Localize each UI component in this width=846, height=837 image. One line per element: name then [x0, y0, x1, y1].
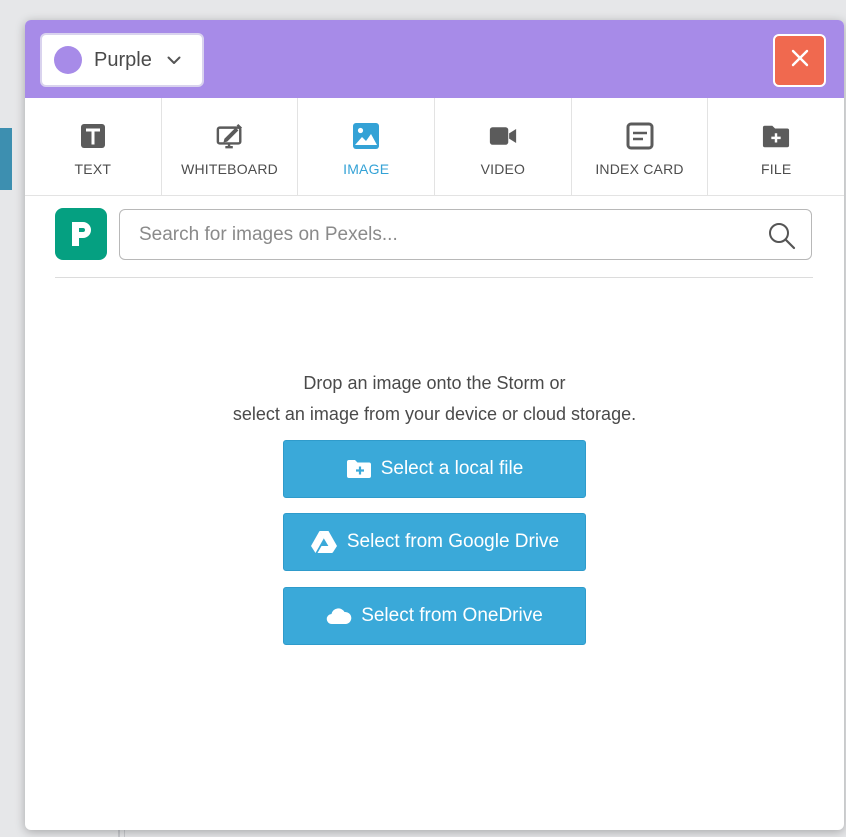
tab-index-card[interactable]: INDEX CARD — [572, 98, 709, 195]
folder-add-icon — [346, 459, 372, 479]
tab-file[interactable]: FILE — [708, 98, 844, 195]
select-google-drive-button[interactable]: Select from Google Drive — [283, 513, 586, 571]
chevron-down-icon — [166, 52, 182, 68]
close-button[interactable] — [773, 34, 826, 87]
color-select[interactable]: Purple — [40, 33, 204, 87]
tab-video-label: VIDEO — [480, 161, 526, 177]
tab-image[interactable]: IMAGE — [298, 98, 436, 195]
select-onedrive-label: Select from OneDrive — [361, 605, 543, 626]
item-type-tabs: TEXT WHITEBOARD IMAGE VIDEO INDEX CARD F… — [25, 98, 844, 196]
color-swatch — [54, 46, 82, 74]
tab-image-label: IMAGE — [343, 161, 390, 177]
close-icon — [790, 48, 810, 73]
pexels-logo — [55, 208, 107, 260]
tab-video[interactable]: VIDEO — [435, 98, 572, 195]
color-select-label: Purple — [94, 48, 152, 71]
tab-whiteboard-label: WHITEBOARD — [181, 161, 278, 177]
add-item-dialog: Purple TEXT WHITEBOARD IMAGE VIDEO INDEX… — [25, 20, 844, 830]
dialog-header: Purple — [25, 20, 844, 98]
text-icon — [79, 122, 107, 150]
pexels-search-row — [55, 208, 813, 278]
tab-index-card-label: INDEX CARD — [595, 161, 684, 177]
search-box — [119, 209, 812, 260]
search-input[interactable] — [120, 210, 740, 259]
tab-text-label: TEXT — [74, 161, 112, 177]
select-google-drive-label: Select from Google Drive — [346, 531, 560, 552]
select-onedrive-button[interactable]: Select from OneDrive — [283, 587, 586, 645]
tab-text[interactable]: TEXT — [25, 98, 162, 195]
drop-zone-line-2: select an image from your device or clou… — [232, 404, 637, 424]
drop-zone-line-1: Drop an image onto the Storm or — [303, 373, 566, 393]
tab-whiteboard[interactable]: WHITEBOARD — [162, 98, 299, 195]
cloud-icon — [326, 607, 352, 625]
drop-zone-instructions: Drop an image onto the Storm or select a… — [25, 368, 844, 430]
select-local-file-button[interactable]: Select a local file — [283, 440, 586, 498]
select-local-file-label: Select a local file — [380, 458, 524, 479]
search-icon[interactable] — [767, 221, 797, 251]
file-add-icon — [762, 122, 790, 150]
index-card-icon — [626, 122, 654, 150]
background-strip — [0, 128, 12, 190]
whiteboard-icon — [216, 122, 244, 150]
tab-file-label: FILE — [761, 161, 792, 177]
google-drive-icon — [310, 530, 338, 554]
video-icon — [489, 122, 517, 150]
image-icon — [352, 122, 380, 150]
